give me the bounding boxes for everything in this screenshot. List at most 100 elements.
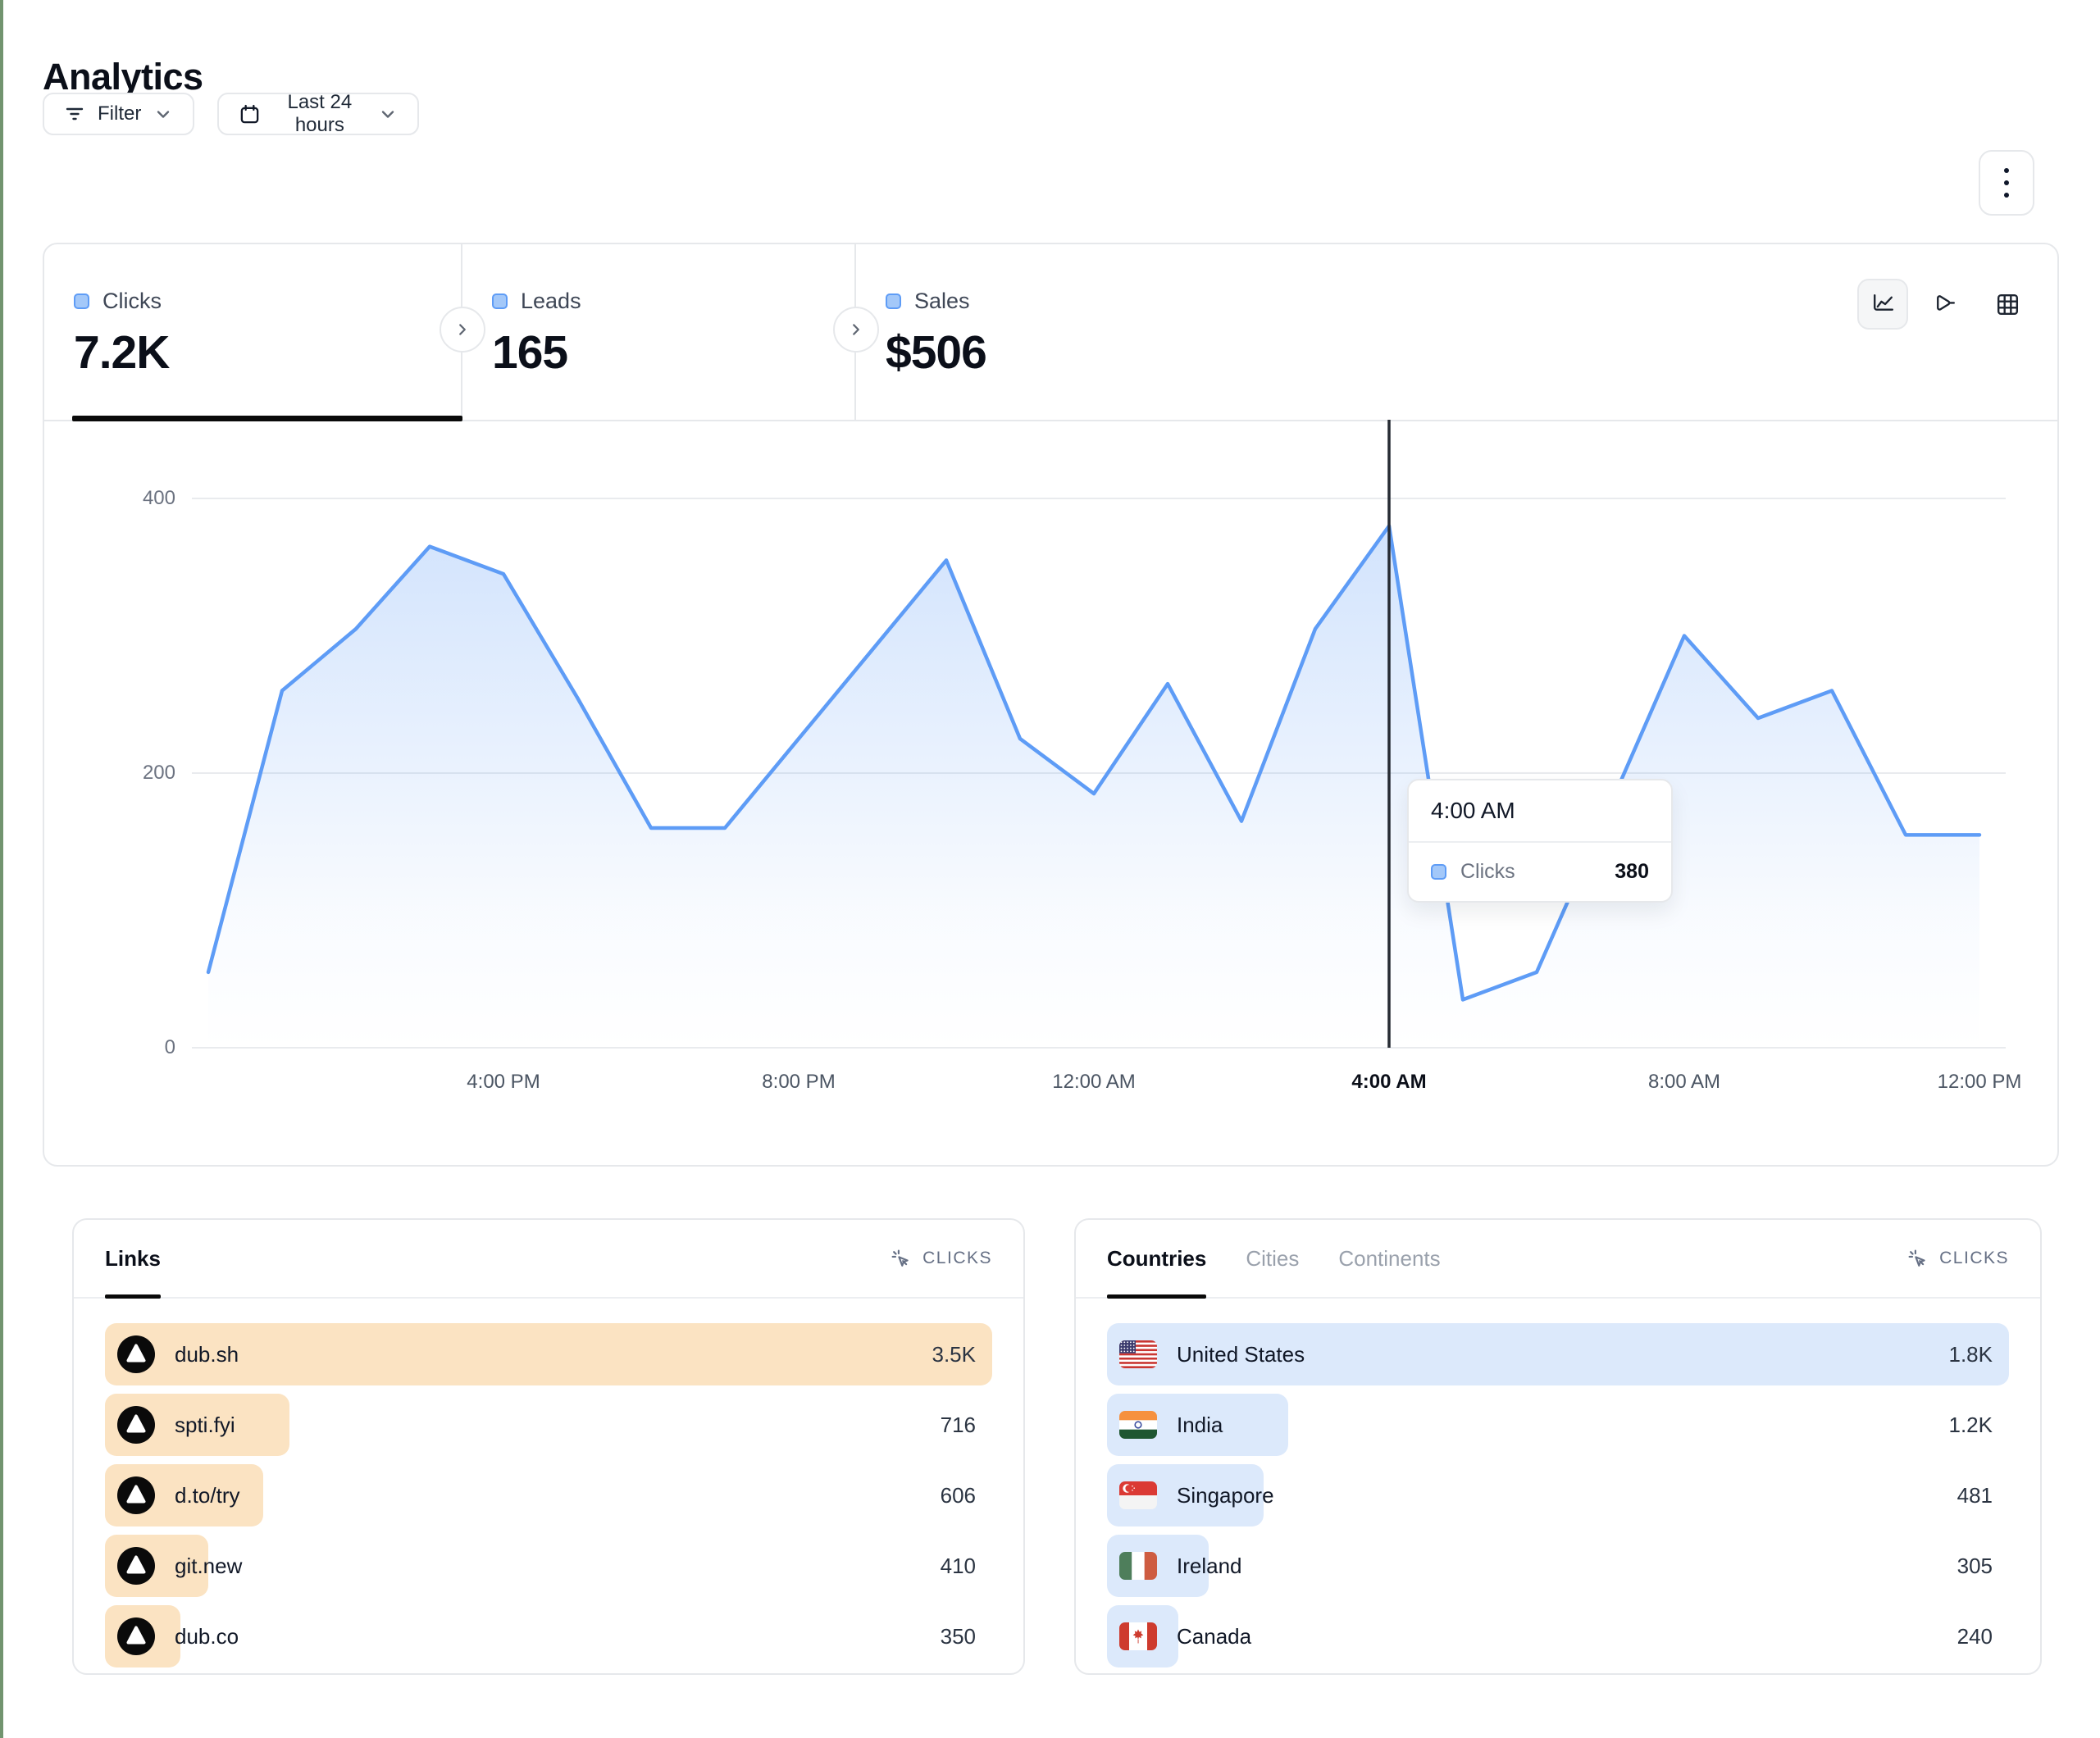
funnel-view-button[interactable]: [1920, 279, 1970, 330]
row-label: dub.co: [175, 1624, 239, 1649]
link-row[interactable]: git.new 410: [105, 1535, 992, 1597]
link-row[interactable]: dub.sh 3.5K: [105, 1323, 992, 1385]
stat-label: Sales: [914, 289, 970, 314]
geo-metric[interactable]: CLICKS: [1906, 1248, 2009, 1270]
clicks-legend-icon: [74, 293, 89, 309]
row-label: Ireland: [1177, 1554, 1242, 1579]
row-clicks-value: 1.2K: [1949, 1413, 1993, 1438]
stat-value: 165: [492, 325, 854, 380]
dub-logo-icon: [117, 1547, 155, 1585]
table-view-button[interactable]: [1982, 279, 2033, 330]
x-axis-labels: 4:00 PM8:00 PM12:00 AM4:00 AM8:00 AM12:0…: [192, 1071, 2020, 1103]
clicks-area-fill: [208, 526, 1979, 1049]
flag-sg-icon: [1119, 1481, 1157, 1509]
line-chart-view-button[interactable]: [1857, 279, 1908, 330]
calendar-icon: [239, 103, 261, 125]
country-row[interactable]: Singapore 481: [1107, 1464, 2009, 1526]
flag-ie-icon: [1119, 1552, 1157, 1580]
next-metric-button[interactable]: [833, 307, 879, 353]
kebab-icon: [2004, 168, 2009, 173]
flag-in-icon: [1119, 1411, 1157, 1439]
flag-ca-icon: [1119, 1622, 1157, 1650]
geo-tab-cities[interactable]: Cities: [1246, 1220, 1299, 1297]
filter-button[interactable]: Filter: [43, 93, 194, 135]
grid-icon: [1993, 290, 2022, 319]
toolbar: Filter Last 24 hours: [43, 93, 419, 135]
clicks-chart: 0200400 4:00 PM8:00 PM12:00 AM4:00 AM8:0…: [44, 420, 2057, 1165]
cursor-click-icon: [1906, 1248, 1929, 1270]
x-tick-label: 8:00 AM: [1648, 1071, 1720, 1094]
links-tab-links[interactable]: Links: [105, 1220, 161, 1297]
x-tick-label: 4:00 AM: [1351, 1071, 1426, 1094]
row-clicks-value: 350: [941, 1624, 976, 1649]
row-clicks-value: 410: [941, 1554, 976, 1579]
chevron-down-icon: [153, 104, 173, 124]
link-row[interactable]: dub.co 350: [105, 1605, 992, 1667]
chart-tooltip: 4:00 AM Clicks 380: [1407, 779, 1673, 903]
row-label: dub.sh: [175, 1342, 239, 1367]
date-range-label: Last 24 hours: [273, 91, 366, 137]
stat-value: 7.2K: [74, 325, 461, 380]
analytics-chart-card: Clicks7.2KLeads165Sales$506 0200400 4:00…: [43, 243, 2059, 1167]
stat-value: $506: [886, 325, 2057, 380]
dub-logo-icon: [117, 1335, 155, 1373]
stat-tab-leads[interactable]: Leads 165: [462, 244, 856, 420]
cursor-click-icon: [890, 1248, 912, 1270]
stat-tab-clicks[interactable]: Clicks7.2K: [44, 244, 462, 420]
filter-icon: [64, 103, 85, 125]
geo-tab-countries[interactable]: Countries: [1107, 1220, 1206, 1297]
row-clicks-value: 481: [1957, 1483, 1993, 1508]
y-tick-label: 0: [44, 1036, 175, 1059]
tooltip-time: 4:00 AM: [1409, 780, 1671, 843]
countries-panel: Countries Cities Continents CLICKS United …: [1074, 1218, 2042, 1675]
filter-label: Filter: [98, 102, 141, 125]
country-row[interactable]: Canada240: [1107, 1605, 2009, 1667]
row-clicks-value: 3.5K: [932, 1342, 977, 1367]
chart-view-toggle: [1857, 279, 2033, 330]
y-tick-label: 400: [44, 487, 175, 510]
row-clicks-value: 606: [941, 1483, 976, 1508]
row-clicks-value: 240: [1957, 1624, 1993, 1649]
geo-tabs: Countries Cities Continents: [1107, 1220, 1441, 1297]
country-row[interactable]: Ireland 305: [1107, 1535, 2009, 1597]
row-label: Singapore: [1177, 1483, 1274, 1508]
x-tick-label: 4:00 PM: [467, 1071, 540, 1094]
links-metric-label: CLICKS: [922, 1249, 992, 1268]
link-row[interactable]: d.to/try 606: [105, 1464, 992, 1526]
row-label: d.to/try: [175, 1483, 239, 1508]
x-tick-label: 12:00 PM: [1938, 1071, 2022, 1094]
clicks-legend-icon: [1431, 864, 1446, 880]
links-panel: Links CLICKS dub.sh 3.5K spti.fyi716 d.to/t…: [72, 1218, 1025, 1675]
more-options-button[interactable]: [1979, 150, 2034, 216]
row-clicks-value: 1.8K: [1949, 1342, 1993, 1367]
dub-logo-icon: [117, 1617, 155, 1655]
links-tabs: Links: [105, 1220, 161, 1297]
window-edge: [0, 0, 3, 1738]
links-metric[interactable]: CLICKS: [890, 1248, 992, 1270]
stat-label: Leads: [521, 289, 581, 314]
country-row[interactable]: India1.2K: [1107, 1394, 2009, 1456]
dub-logo-icon: [117, 1406, 155, 1444]
sales-legend-icon: [886, 293, 901, 309]
flag-us-icon: [1119, 1340, 1157, 1368]
next-metric-button[interactable]: [440, 307, 485, 353]
stats-header: Clicks7.2K Leads 165 Sales $506: [44, 244, 2057, 421]
analytics-page: Analytics Filter Last 24 hours Clicks7.: [0, 0, 2100, 1738]
row-label: git.new: [175, 1554, 242, 1579]
country-row[interactable]: United States 1.8K: [1107, 1323, 2009, 1385]
link-row[interactable]: spti.fyi716: [105, 1394, 992, 1456]
y-tick-label: 200: [44, 762, 175, 785]
date-range-button[interactable]: Last 24 hours: [217, 93, 419, 135]
leads-legend-icon: [492, 293, 508, 309]
row-label: United States: [1177, 1342, 1305, 1367]
stat-tab-sales[interactable]: Sales $506: [856, 244, 2057, 420]
chart-plot-area[interactable]: [192, 420, 2020, 1051]
chevron-down-icon: [378, 104, 398, 124]
area-chart-svg: [192, 420, 2020, 1051]
tooltip-series-label: Clicks: [1460, 860, 1515, 884]
line-chart-icon: [1869, 290, 1897, 319]
geo-tab-continents[interactable]: Continents: [1338, 1220, 1440, 1297]
x-tick-label: 8:00 PM: [762, 1071, 835, 1094]
tooltip-value: 380: [1615, 860, 1649, 884]
row-clicks-value: 305: [1957, 1554, 1993, 1579]
